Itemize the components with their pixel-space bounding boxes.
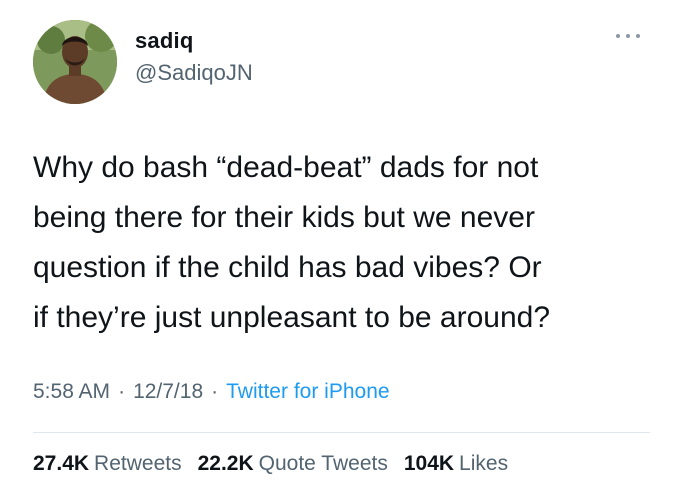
dot (616, 34, 620, 38)
quote-tweets-stat[interactable]: 22.2K Quote Tweets (198, 452, 388, 476)
likes-count: 104K (403, 452, 455, 475)
retweets-stat[interactable]: 27.4K Retweets (33, 452, 182, 476)
meta-separator: · (211, 380, 219, 403)
display-name[interactable]: sadiq (135, 28, 193, 54)
tweet-date[interactable]: 12/7/18 (133, 380, 203, 404)
tweet-stats: 27.4K Retweets 22.2K Quote Tweets 104K Like… (33, 452, 508, 476)
dot (636, 34, 640, 38)
retweets-count: 27.4K (33, 452, 90, 475)
quote-tweets-label: Quote Tweets (258, 452, 388, 475)
tweet-text: Why do bash “dead-beat” dads for not bei… (33, 151, 551, 334)
meta-separator: · (118, 380, 126, 403)
avatar[interactable] (33, 20, 117, 104)
retweets-label: Retweets (94, 452, 182, 475)
dot (626, 34, 630, 38)
tweet-source-link[interactable]: Twitter for iPhone (226, 380, 389, 404)
more-options-icon[interactable] (616, 30, 640, 42)
likes-label: Likes (459, 452, 509, 475)
tweet-card: sadiq @SadiqoJN Why do bash “dead-beat” … (0, 0, 680, 494)
quote-tweets-count: 22.2K (197, 452, 254, 475)
user-handle[interactable]: @SadiqoJN (135, 60, 253, 86)
divider (33, 432, 650, 433)
avatar-image (33, 20, 117, 104)
likes-stat[interactable]: 104K Likes (404, 452, 508, 476)
tweet-meta: 5:58 AM · 12/7/18 · Twitter for iPhone (33, 380, 390, 404)
tweet-time[interactable]: 5:58 AM (33, 380, 110, 404)
